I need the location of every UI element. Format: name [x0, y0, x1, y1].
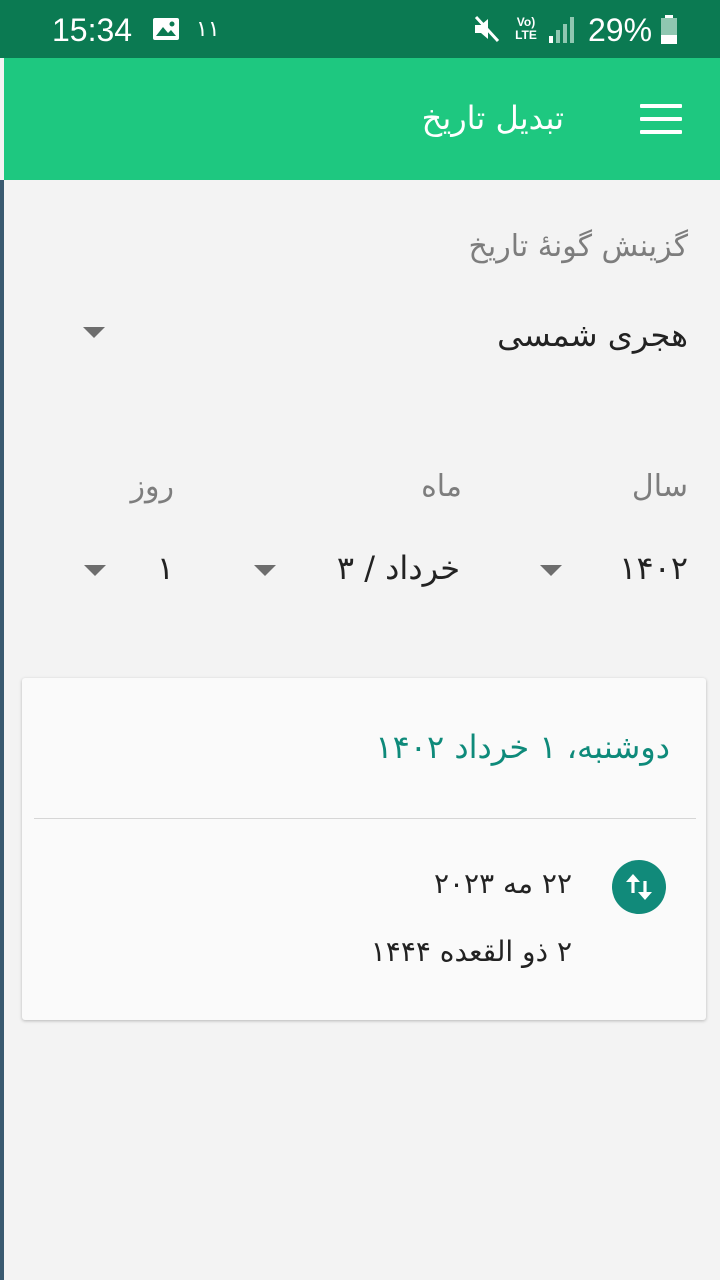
swap-vertical-icon[interactable] — [612, 860, 666, 914]
dropdown-caret-icon — [83, 327, 105, 338]
dropdown-caret-icon — [540, 565, 562, 576]
status-bar: 15:34 ۱۱ Vo) LTE 29% — [0, 0, 720, 58]
app-bar: تبدیل تاریخ — [4, 58, 720, 180]
year-value: ۱۴۰۲ — [619, 549, 688, 587]
result-heading: دوشنبه، ۱ خرداد ۱۴۰۲ — [375, 728, 670, 766]
result-card: دوشنبه، ۱ خرداد ۱۴۰۲ ۲۲ مه ۲۰۲۳ ۲ ذو الق… — [22, 678, 706, 1020]
gregorian-date: ۲۲ مه ۲۰۲۳ — [433, 867, 572, 900]
date-type-label: گزینش گونهٔ تاریخ — [468, 229, 688, 264]
signal-icon — [549, 17, 574, 43]
status-time: 15:34 — [52, 12, 133, 48]
month-value: خرداد / ۳ — [336, 549, 460, 587]
battery-percent: 29% — [588, 12, 653, 48]
day-select[interactable]: ۱ — [82, 540, 176, 598]
volte-label: Vo) LTE — [515, 15, 537, 42]
hamburger-menu-icon[interactable] — [630, 94, 686, 144]
battery-icon — [661, 15, 677, 44]
notification-count: ۱۱ — [196, 17, 220, 42]
year-select[interactable]: ۱۴۰۲ — [536, 540, 690, 598]
dropdown-caret-icon — [84, 565, 106, 576]
hijri-date: ۲ ذو القعده ۱۴۴۴ — [370, 935, 572, 968]
gallery-icon — [153, 18, 179, 40]
month-select[interactable]: خرداد / ۳ — [252, 540, 462, 598]
day-label: روز — [130, 469, 174, 504]
day-value: ۱ — [156, 549, 174, 587]
page-title: تبدیل تاریخ — [421, 99, 564, 137]
date-type-value: هجری شمسی — [497, 316, 688, 354]
year-label: سال — [631, 469, 688, 504]
left-edge — [0, 180, 4, 1280]
mute-icon — [474, 15, 500, 43]
divider — [34, 818, 696, 819]
month-label: ماه — [421, 469, 462, 504]
date-type-select[interactable]: هجری شمسی — [80, 305, 690, 365]
dropdown-caret-icon — [254, 565, 276, 576]
